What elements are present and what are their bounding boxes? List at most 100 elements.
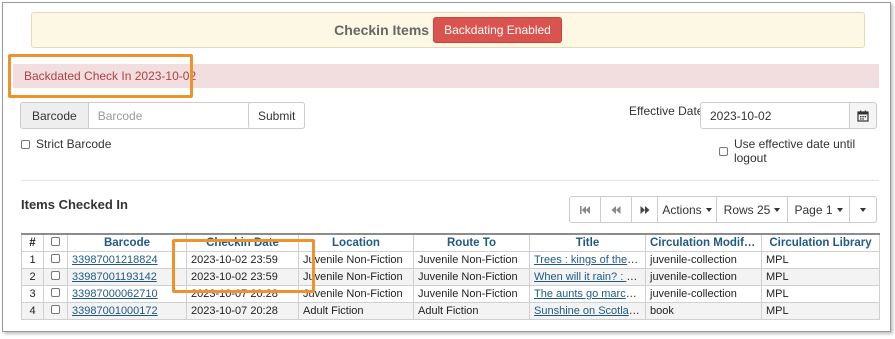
next-page-button[interactable] (631, 196, 658, 223)
barcode-input[interactable] (88, 102, 257, 129)
column-header-location[interactable]: Location (298, 233, 414, 252)
rows-dropdown[interactable]: Rows 25 (716, 196, 788, 223)
location-cell: Juvenile Non-Fiction (298, 268, 414, 286)
section-divider (21, 180, 879, 181)
circulation-library-cell: MPL (761, 302, 880, 320)
calendar-icon (857, 110, 869, 122)
barcode-link[interactable]: 33987001000172 (72, 305, 158, 317)
row-select-cell[interactable] (43, 268, 68, 286)
column-header-index: # (21, 233, 44, 252)
column-header-barcode[interactable]: Barcode (67, 233, 187, 252)
select-all-checkbox[interactable] (51, 237, 60, 246)
items-checked-in-title: Items Checked In (21, 197, 128, 212)
route-to-cell: Adult Fiction (413, 302, 530, 320)
checkin-date-cell: 2023-10-07 20:28 (186, 285, 299, 303)
use-effective-date-checkbox[interactable] (719, 146, 728, 156)
title-cell: The aunts go marching (529, 285, 646, 303)
row-number: 1 (21, 251, 44, 269)
circulation-library-cell: MPL (761, 285, 880, 303)
row-checkbox[interactable] (51, 271, 60, 280)
circulation-modifier-cell: book (645, 302, 762, 320)
barcode-input-group: Barcode (20, 102, 257, 129)
route-to-cell: Juvenile Non-Fiction (413, 285, 530, 303)
title-link[interactable]: Sunshine on Scotland Street (534, 305, 645, 317)
first-page-button[interactable] (569, 196, 601, 223)
column-header-circulation-library[interactable]: Circulation Library (761, 233, 880, 252)
location-cell: Adult Fiction (298, 302, 414, 320)
title-cell: Trees : kings of the forest (529, 251, 646, 269)
barcode-link[interactable]: 33987001218824 (72, 254, 158, 266)
circulation-library-cell: MPL (761, 251, 880, 269)
barcode-link[interactable]: 33987000062710 (72, 288, 158, 300)
calendar-button[interactable] (850, 102, 877, 129)
backdate-alert: Backdated Check In 2023-10-02 (13, 64, 879, 88)
page-dropdown[interactable]: Page 1 (787, 196, 850, 223)
table-row[interactable]: 1 33987001218824 2023-10-02 23:59 Juveni… (21, 251, 880, 269)
route-to-cell: Juvenile Non-Fiction (413, 251, 530, 269)
row-checkbox[interactable] (51, 305, 60, 314)
barcode-cell: 33987001193142 (67, 268, 187, 286)
location-cell: Juvenile Non-Fiction (298, 285, 414, 303)
chevron-down-icon (774, 207, 781, 212)
column-header-title[interactable]: Title (529, 233, 646, 252)
actions-dropdown[interactable]: Actions (657, 196, 717, 223)
row-checkbox[interactable] (51, 254, 60, 263)
use-effective-date-label: Use effective date until logout (733, 137, 856, 165)
row-checkbox[interactable] (51, 288, 60, 297)
barcode-cell: 33987001000172 (67, 302, 187, 320)
title-link[interactable]: Trees : kings of the forest (534, 254, 645, 266)
row-number: 4 (21, 302, 44, 320)
submit-button[interactable]: Submit (248, 102, 306, 129)
grid-options-dropdown[interactable] (849, 196, 877, 223)
route-to-cell: Juvenile Non-Fiction (413, 268, 530, 286)
row-number: 2 (21, 268, 44, 286)
checkin-date-cell: 2023-10-02 23:59 (186, 251, 299, 269)
circulation-library-cell: MPL (761, 268, 880, 286)
actions-label: Actions (662, 202, 702, 217)
barcode-cell: 33987000062710 (67, 285, 187, 303)
column-header-checkin-date[interactable]: Checkin Date (186, 233, 299, 252)
strict-barcode-checkbox[interactable] (21, 139, 30, 149)
strict-barcode-option[interactable]: Strict Barcode (21, 137, 111, 151)
row-number: 3 (21, 285, 44, 303)
chevron-down-icon (860, 207, 866, 212)
effective-date-input[interactable] (700, 102, 850, 129)
checkin-date-cell: 2023-10-07 20:28 (186, 302, 299, 320)
backdating-enabled-badge[interactable]: Backdating Enabled (433, 17, 562, 43)
effective-date-group (700, 102, 877, 129)
previous-page-icon (611, 205, 621, 214)
barcode-addon-label: Barcode (20, 102, 89, 129)
column-header-route-to[interactable]: Route To (413, 233, 530, 252)
barcode-cell: 33987001218824 (67, 251, 187, 269)
checkin-date-cell: 2023-10-02 23:59 (186, 268, 299, 286)
location-cell: Juvenile Non-Fiction (298, 251, 414, 269)
circulation-modifier-cell: juvenile-collection (645, 285, 762, 303)
row-select-cell[interactable] (43, 251, 68, 269)
effective-date-label: Effective Date (629, 104, 704, 118)
chevron-down-icon (836, 207, 843, 212)
next-page-icon (640, 205, 649, 214)
previous-page-button[interactable] (600, 196, 632, 223)
title-cell: When will it rain? : noticing weather pa… (529, 268, 646, 286)
grid-toolbar: Actions Rows 25 Page 1 (569, 196, 877, 223)
page-label: Page 1 (794, 202, 833, 217)
row-select-cell[interactable] (43, 285, 68, 303)
title-link[interactable]: When will it rain? : noticing weather pa… (534, 271, 645, 283)
strict-barcode-label: Strict Barcode (36, 137, 112, 151)
checkin-header: Checkin Items Backdating Enabled (31, 12, 865, 48)
checkin-page: Checkin Items Backdating Enabled Backdat… (2, 2, 891, 332)
use-effective-date-option[interactable]: Use effective date until logout (719, 137, 890, 165)
barcode-link[interactable]: 33987001193142 (72, 271, 157, 283)
circulation-modifier-cell: juvenile-collection (645, 268, 762, 286)
table-row[interactable]: 3 33987000062710 2023-10-07 20:28 Juveni… (21, 285, 880, 303)
circulation-modifier-cell: juvenile-collection (645, 251, 762, 269)
column-header-circulation-modifier[interactable]: Circulation Modifier (645, 233, 762, 252)
row-select-cell[interactable] (43, 302, 68, 320)
table-row[interactable]: 2 33987001193142 2023-10-02 23:59 Juveni… (21, 268, 880, 286)
table-row[interactable]: 4 33987001000172 2023-10-07 20:28 Adult … (21, 302, 880, 320)
page-title: Checkin Items (334, 22, 430, 38)
title-link[interactable]: The aunts go marching (534, 288, 645, 300)
select-all-cell[interactable] (43, 233, 68, 252)
items-checked-in-grid: # Barcode Checkin Date Location Route To… (21, 233, 880, 320)
grid-header-row: # Barcode Checkin Date Location Route To… (21, 233, 880, 252)
